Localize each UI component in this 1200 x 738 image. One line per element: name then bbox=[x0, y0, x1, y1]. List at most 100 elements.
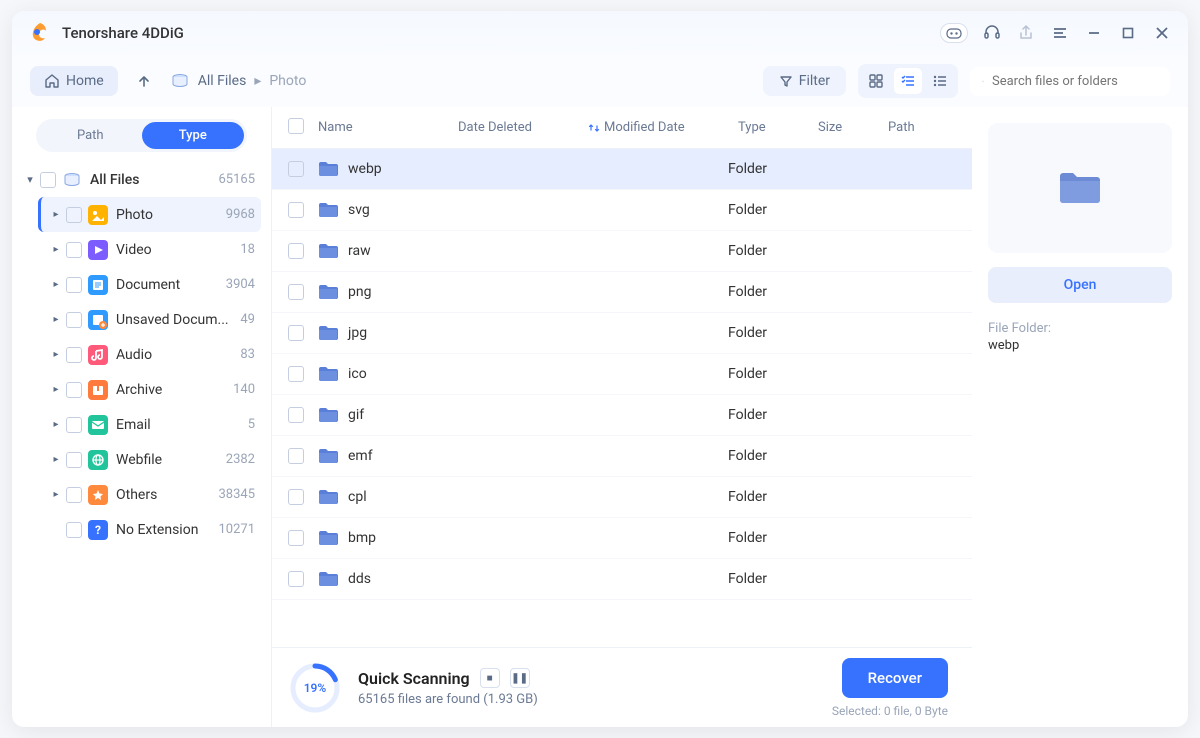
checkbox[interactable] bbox=[66, 452, 82, 468]
category-icon: ? bbox=[88, 520, 108, 540]
tree-item[interactable]: ▸Unsaved Docum...49 bbox=[48, 302, 261, 337]
category-icon bbox=[88, 380, 108, 400]
row-name: emf bbox=[348, 448, 448, 464]
chevron-right-icon[interactable]: ▸ bbox=[48, 489, 64, 500]
checkbox[interactable] bbox=[66, 487, 82, 503]
checkbox[interactable] bbox=[288, 161, 304, 177]
chevron-right-icon[interactable]: ▸ bbox=[48, 349, 64, 360]
tree-item[interactable]: ▸Photo9968 bbox=[38, 197, 261, 232]
search-input[interactable] bbox=[992, 74, 1158, 89]
home-icon bbox=[44, 73, 60, 89]
tree-item[interactable]: ▸Document3904 bbox=[48, 267, 261, 302]
chevron-right-icon[interactable]: ▸ bbox=[48, 209, 64, 220]
checkbox[interactable] bbox=[288, 407, 304, 423]
tree-item[interactable]: ▸Archive140 bbox=[48, 372, 261, 407]
nav-up-button[interactable] bbox=[134, 71, 154, 91]
folder-icon bbox=[318, 284, 338, 300]
home-button[interactable]: Home bbox=[30, 66, 118, 96]
table-row[interactable]: gifFolder bbox=[272, 395, 972, 436]
category-icon bbox=[88, 345, 108, 365]
tree-item[interactable]: ▸Webfile2382 bbox=[48, 442, 261, 477]
checkbox[interactable] bbox=[66, 277, 82, 293]
tree-root[interactable]: ▾ All Files 65165 bbox=[22, 162, 261, 197]
stop-button[interactable]: ■ bbox=[480, 668, 500, 688]
table-row[interactable]: webpFolder bbox=[272, 149, 972, 190]
recover-button[interactable]: Recover bbox=[842, 658, 948, 698]
chevron-right-icon[interactable]: ▸ bbox=[48, 419, 64, 430]
pause-button[interactable]: ❚❚ bbox=[510, 668, 530, 688]
checkbox[interactable] bbox=[40, 172, 56, 188]
tree-item[interactable]: ▸Others38345 bbox=[48, 477, 261, 512]
view-list-button[interactable] bbox=[926, 68, 954, 94]
category-icon bbox=[88, 310, 108, 330]
checkbox[interactable] bbox=[288, 448, 304, 464]
col-path[interactable]: Path bbox=[888, 120, 956, 135]
share-icon[interactable] bbox=[1016, 23, 1036, 43]
col-modified[interactable]: Modified Date bbox=[588, 120, 738, 135]
table-row[interactable]: cplFolder bbox=[272, 477, 972, 518]
breadcrumb-root[interactable]: All Files bbox=[198, 73, 247, 89]
col-date-deleted[interactable]: Date Deleted bbox=[458, 120, 588, 135]
row-name: png bbox=[348, 284, 448, 300]
toolbar: Home All Files ▸ Photo Filter bbox=[12, 55, 1188, 107]
col-size[interactable]: Size bbox=[818, 120, 888, 135]
selected-info: Selected: 0 file, 0 Byte bbox=[832, 704, 948, 718]
table-row[interactable]: jpgFolder bbox=[272, 313, 972, 354]
checkbox[interactable] bbox=[288, 366, 304, 382]
tree-item[interactable]: ?No Extension10271 bbox=[48, 512, 261, 547]
tree-item[interactable]: ▸Audio83 bbox=[48, 337, 261, 372]
search-box[interactable] bbox=[970, 67, 1170, 96]
view-detail-button[interactable] bbox=[894, 68, 922, 94]
checkbox[interactable] bbox=[288, 202, 304, 218]
maximize-button[interactable] bbox=[1118, 23, 1138, 43]
col-type[interactable]: Type bbox=[738, 120, 818, 135]
filter-button[interactable]: Filter bbox=[763, 66, 846, 96]
chevron-right-icon[interactable]: ▸ bbox=[48, 314, 64, 325]
checkbox[interactable] bbox=[66, 522, 82, 538]
table-row[interactable]: icoFolder bbox=[272, 354, 972, 395]
breadcrumb-leaf[interactable]: Photo bbox=[269, 73, 306, 89]
folder-icon bbox=[318, 407, 338, 423]
minimize-button[interactable] bbox=[1084, 23, 1104, 43]
chevron-right-icon[interactable]: ▸ bbox=[48, 279, 64, 290]
headset-icon[interactable] bbox=[982, 23, 1002, 43]
table-row[interactable]: emfFolder bbox=[272, 436, 972, 477]
tree-item[interactable]: ▸Email5 bbox=[48, 407, 261, 442]
table-row[interactable]: ddsFolder bbox=[272, 559, 972, 600]
chevron-right-icon[interactable]: ▸ bbox=[48, 244, 64, 255]
select-all-checkbox[interactable] bbox=[288, 118, 304, 134]
table-row[interactable]: rawFolder bbox=[272, 231, 972, 272]
category-icon bbox=[88, 485, 108, 505]
tab-type[interactable]: Type bbox=[142, 122, 245, 149]
close-button[interactable] bbox=[1152, 23, 1172, 43]
tab-path[interactable]: Path bbox=[39, 122, 142, 149]
row-type: Folder bbox=[728, 243, 878, 259]
table-row[interactable]: bmpFolder bbox=[272, 518, 972, 559]
col-name[interactable]: Name bbox=[318, 120, 458, 135]
table-row[interactable]: pngFolder bbox=[272, 272, 972, 313]
search-icon bbox=[982, 74, 984, 89]
checkbox[interactable] bbox=[66, 417, 82, 433]
menu-icon[interactable] bbox=[1050, 23, 1070, 43]
table-row[interactable]: svgFolder bbox=[272, 190, 972, 231]
assistant-icon[interactable] bbox=[940, 23, 968, 43]
category-icon bbox=[88, 275, 108, 295]
open-button[interactable]: Open bbox=[988, 267, 1172, 303]
checkbox[interactable] bbox=[66, 382, 82, 398]
table-header: Name Date Deleted Modified Date Type Siz… bbox=[272, 107, 972, 149]
view-grid-button[interactable] bbox=[862, 68, 890, 94]
checkbox[interactable] bbox=[66, 207, 82, 223]
checkbox[interactable] bbox=[288, 489, 304, 505]
checkbox[interactable] bbox=[288, 325, 304, 341]
checkbox[interactable] bbox=[288, 571, 304, 587]
checkbox[interactable] bbox=[288, 243, 304, 259]
chevron-right-icon[interactable]: ▸ bbox=[48, 384, 64, 395]
checkbox[interactable] bbox=[66, 242, 82, 258]
checkbox[interactable] bbox=[66, 347, 82, 363]
chevron-down-icon[interactable]: ▾ bbox=[22, 173, 38, 186]
chevron-right-icon[interactable]: ▸ bbox=[48, 454, 64, 465]
tree-item[interactable]: ▸Video18 bbox=[48, 232, 261, 267]
checkbox[interactable] bbox=[288, 530, 304, 546]
checkbox[interactable] bbox=[66, 312, 82, 328]
checkbox[interactable] bbox=[288, 284, 304, 300]
